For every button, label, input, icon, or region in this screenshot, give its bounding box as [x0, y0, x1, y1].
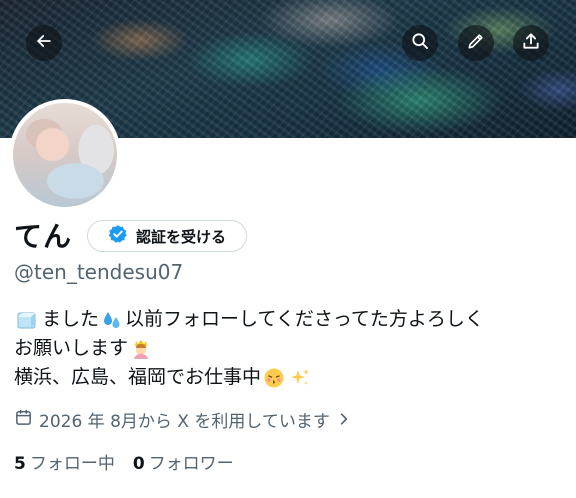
joined-date-link[interactable]: 2026 年 8月から X を利用しています [14, 408, 352, 435]
back-button[interactable] [26, 25, 62, 61]
kissing-face-icon [263, 367, 285, 389]
avatar[interactable] [9, 99, 121, 211]
edit-button[interactable] [458, 25, 494, 61]
follow-stats: 5 フォロー中 0 フォロワー [14, 451, 234, 477]
following-count: 5 [14, 454, 26, 474]
chevron-right-icon [336, 409, 352, 435]
search-icon [410, 31, 430, 55]
share-icon [521, 31, 541, 55]
sparkles-icon [289, 367, 311, 389]
display-name: てん [14, 220, 73, 253]
bio: ました 以前フォローしてくださってた方よろしく お願いします 横浜、広島、福岡で… [14, 305, 574, 392]
bio-text-1a: ました [42, 308, 100, 330]
followers-link[interactable]: 0 フォロワー [133, 451, 234, 477]
calendar-icon [14, 408, 33, 435]
edit-icon [466, 31, 486, 55]
user-handle: @ten_tendesu07 [14, 260, 184, 284]
bio-line-1: ました 以前フォローしてくださってた方よろしく [14, 305, 574, 334]
verified-badge-icon [108, 224, 128, 248]
bio-text-1b: 以前フォローしてくださってた方よろしく [125, 308, 484, 330]
search-button[interactable] [402, 25, 438, 61]
ice-cube-icon [16, 309, 38, 331]
princess-icon [130, 338, 152, 360]
followers-label: フォロワー [148, 454, 234, 474]
get-verified-label: 認証を受ける [135, 227, 226, 246]
bio-text-3: 横浜、広島、福岡でお仕事中 [14, 366, 262, 388]
bio-line-3: 横浜、広島、福岡でお仕事中 [14, 363, 574, 392]
share-button[interactable] [513, 25, 549, 61]
arrow-left-icon [34, 31, 54, 55]
followers-count: 0 [132, 454, 145, 474]
following-link[interactable]: 5 フォロー中 [14, 451, 115, 477]
bio-line-2: お願いします [14, 334, 574, 363]
following-label: フォロー中 [29, 454, 115, 474]
bio-text-2: お願いします [14, 337, 129, 359]
joined-date-text: 2026 年 8月から X を利用しています [39, 411, 330, 432]
get-verified-button[interactable]: 認証を受ける [87, 220, 247, 252]
sweat-droplets-icon [101, 309, 123, 331]
